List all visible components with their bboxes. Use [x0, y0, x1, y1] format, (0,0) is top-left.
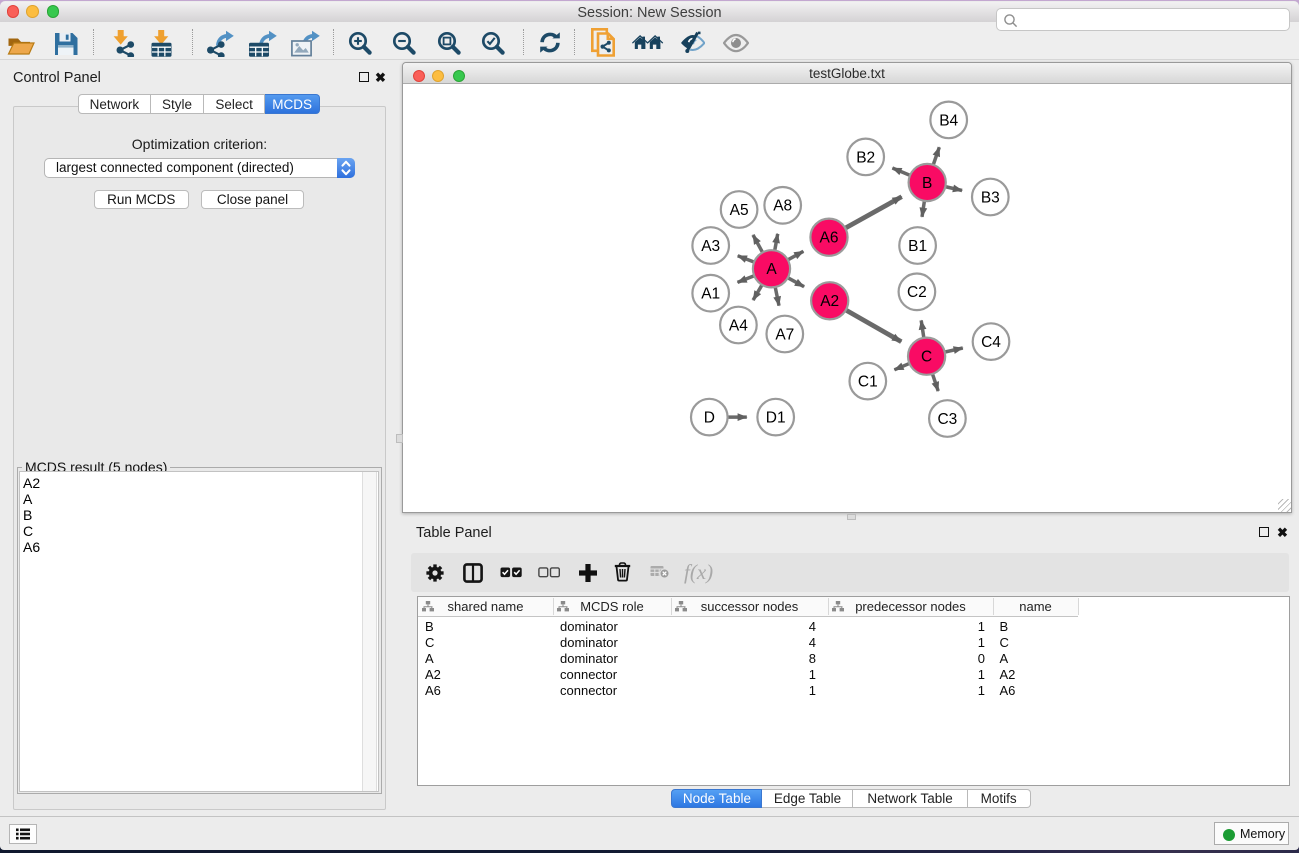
svg-text:A1: A1 [701, 286, 720, 303]
svg-text:D: D [704, 410, 715, 427]
svg-text:C: C [921, 349, 932, 366]
svg-text:C2: C2 [907, 284, 927, 301]
svg-text:A: A [766, 261, 777, 278]
svg-text:A8: A8 [773, 198, 792, 215]
svg-text:C3: C3 [937, 411, 957, 428]
svg-text:C4: C4 [981, 334, 1001, 351]
svg-text:B1: B1 [908, 238, 927, 255]
svg-text:A4: A4 [729, 317, 748, 334]
svg-text:B4: B4 [939, 112, 958, 129]
svg-text:D1: D1 [766, 410, 786, 427]
svg-text:B: B [922, 175, 932, 192]
svg-text:A6: A6 [820, 230, 839, 247]
svg-text:B3: B3 [981, 189, 1000, 206]
svg-text:A7: A7 [775, 326, 794, 343]
svg-text:B2: B2 [856, 149, 875, 166]
svg-text:A2: A2 [820, 293, 839, 310]
svg-text:A3: A3 [701, 238, 720, 255]
svg-text:C1: C1 [858, 374, 878, 391]
svg-text:A5: A5 [730, 202, 749, 219]
